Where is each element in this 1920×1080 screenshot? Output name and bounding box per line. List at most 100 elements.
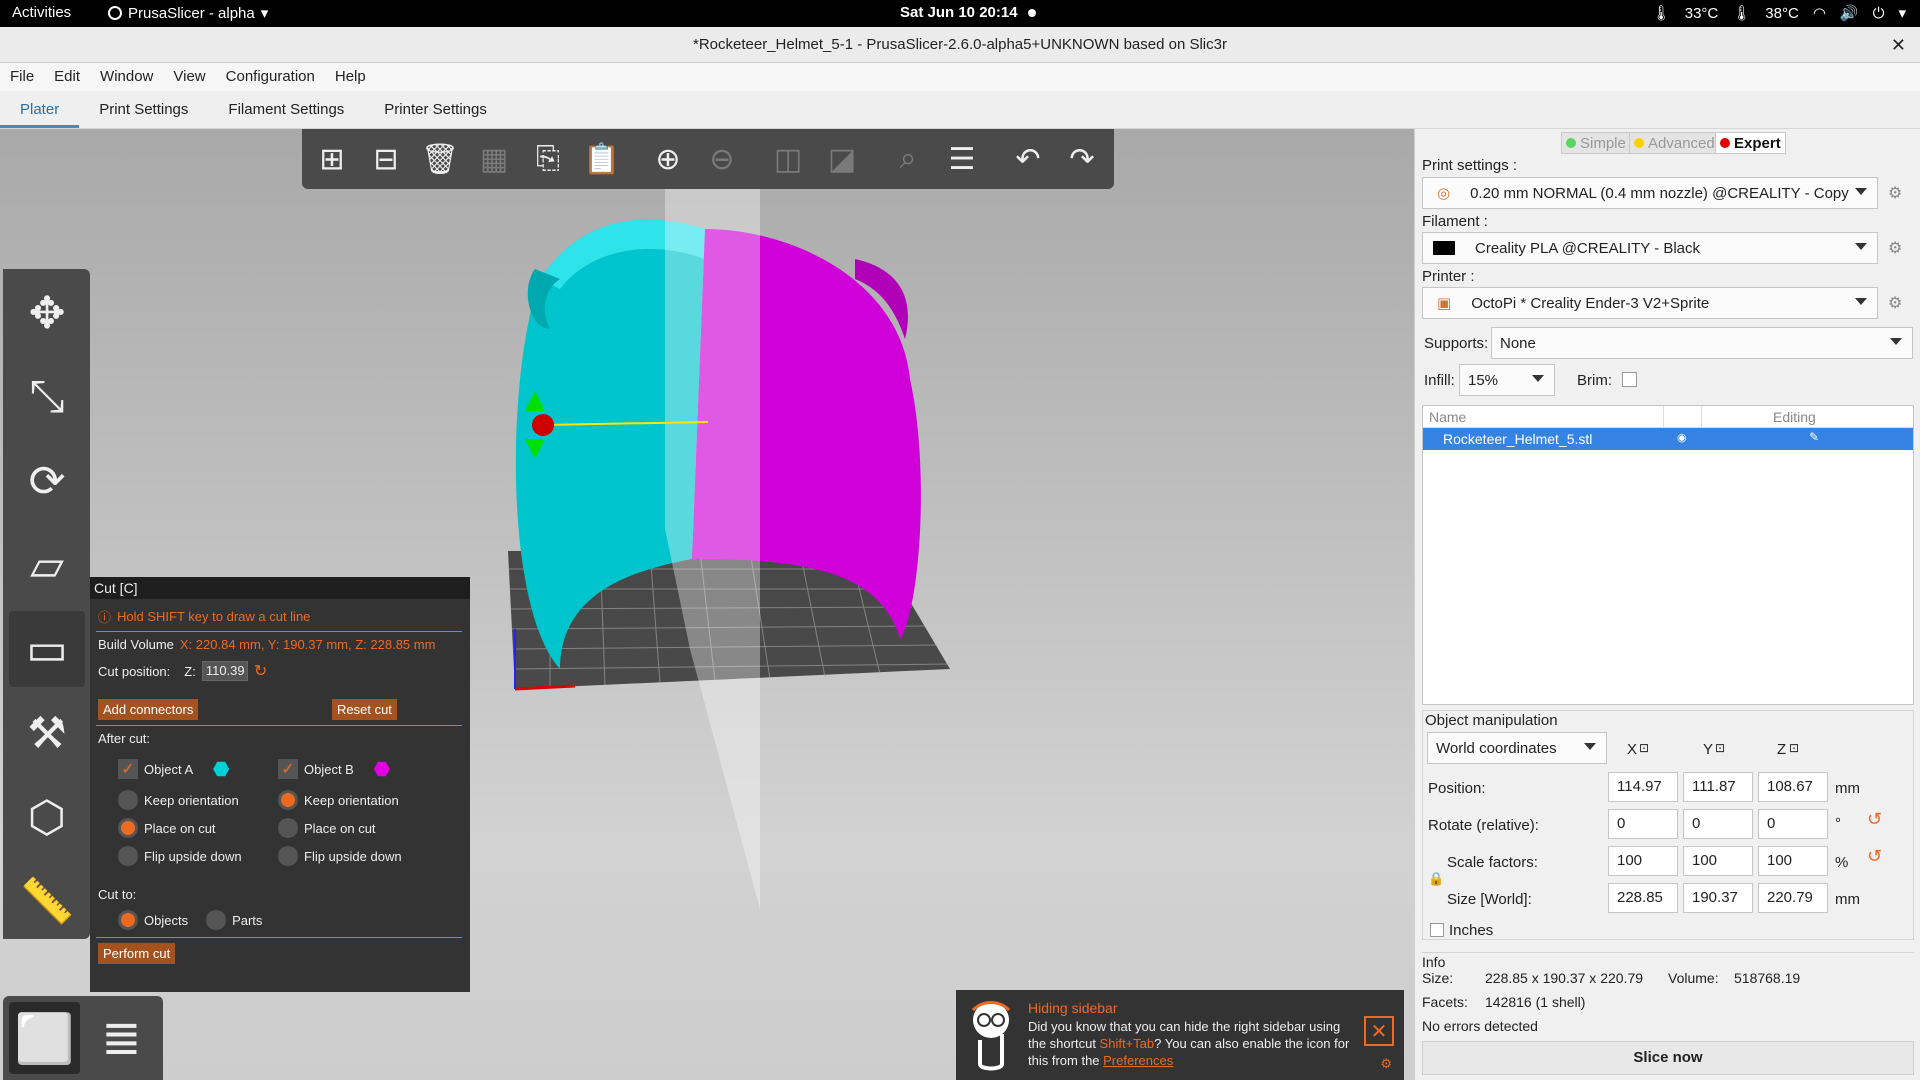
cut-z-input[interactable]: 110.39 [201,661,248,681]
3d-view-icon[interactable]: ⬜ [9,1002,80,1074]
preferences-link[interactable]: Preferences [1103,1053,1173,1068]
scale-z-input[interactable]: 100 [1758,846,1828,876]
seam-painting-icon[interactable]: ⬡ [9,779,85,855]
object-b-checkbox[interactable]: ✓ [278,759,298,779]
add-instance-icon[interactable]: ⊕ [644,135,692,183]
rotate-x-input[interactable]: 0 [1608,809,1678,839]
arrange-icon[interactable]: ▦ [470,135,518,183]
a-place-on-cut-radio[interactable] [118,818,138,838]
mode-advanced-label: Advanced [1648,134,1715,152]
cut-icon[interactable]: ▭ [9,611,85,687]
supports-combo[interactable]: None [1491,327,1913,359]
redo-icon[interactable]: ↷ [1058,135,1106,183]
b-place-on-cut-radio[interactable] [278,818,298,838]
activities-button[interactable]: Activities [12,4,71,21]
scale-icon[interactable]: ⤡ [9,359,85,435]
add-connectors-button[interactable]: Add connectors [98,699,199,720]
measure-icon[interactable]: 📏 [9,863,85,939]
reset-z-icon[interactable]: ↻ [254,661,267,681]
reset-cut-button[interactable]: Reset cut [332,699,397,720]
a-place-on-cut-label: Place on cut [144,820,216,836]
printer-combo[interactable]: ▣ OctoPi * Creality Ender-3 V2+Sprite [1422,287,1878,319]
split-objects-icon[interactable]: ◫ [764,135,812,183]
paint-supports-icon[interactable]: ⚒ [9,695,85,771]
edit-icon[interactable]: ✎ [1809,430,1819,444]
menu-file[interactable]: File [0,63,44,91]
rotate-y-input[interactable]: 0 [1683,809,1753,839]
gear-icon[interactable]: ⚙ [1888,183,1902,203]
reset-rotation-icon[interactable]: ↺ [1867,809,1882,830]
menu-help[interactable]: Help [325,63,376,91]
slice-now-button[interactable]: Slice now [1422,1041,1914,1075]
position-z-input[interactable]: 108.67 [1758,772,1828,802]
brim-checkbox[interactable] [1622,372,1637,387]
eye-icon[interactable]: ◉ [1677,431,1687,444]
search-icon[interactable]: ⌕ [884,135,932,183]
size-z-input[interactable]: 220.79 [1758,883,1828,913]
preview-layers-icon[interactable]: ≣ [86,1002,157,1074]
object-list[interactable]: Name Editing Rocketeer_Helmet_5.stl ◉ ✎ [1422,405,1914,705]
cut-plane[interactable] [665,189,760,909]
inches-checkbox[interactable] [1430,923,1444,937]
cut-to-objects-radio[interactable] [118,910,138,930]
close-window-icon[interactable]: ✕ [1891,27,1906,63]
3d-viewport[interactable]: ⊞ ⊟ 🗑 ▦ ⎘ 📋 ⊕ ⊖ ◫ ◪ ⌕ ☰ ↶ ↷ ✥ ⤡ ⟳ ▱ ▭ ⚒ … [0,129,1414,1080]
size-y-input[interactable]: 190.37 [1683,883,1753,913]
menu-view[interactable]: View [163,63,215,91]
drop-to-bed-icon[interactable]: ⊡ [1715,741,1725,755]
gear-icon[interactable]: ⚙ [1380,1056,1392,1072]
column-name-header[interactable]: Name [1429,409,1466,425]
rotate-icon[interactable]: ⟳ [9,443,85,519]
system-tray[interactable]: 🌡 33°C 🌡 38°C ◠ 🔊 ⏻ ▾ [1652,4,1906,23]
move-icon[interactable]: ✥ [9,275,85,351]
mode-expert-button[interactable]: Expert [1715,132,1786,154]
lock-icon[interactable]: 🔒 [1428,871,1444,887]
b-flip-upside-down-radio[interactable] [278,846,298,866]
column-editing-header[interactable]: Editing [1773,409,1816,425]
tab-plater[interactable]: Plater [0,91,80,128]
gear-icon[interactable]: ⚙ [1888,238,1902,258]
perform-cut-button[interactable]: Perform cut [98,943,176,964]
scale-x-input[interactable]: 100 [1608,846,1678,876]
drop-to-bed-icon[interactable]: ⊡ [1789,741,1799,755]
copy-icon[interactable]: ⎘ [524,135,572,183]
tab-filament-settings[interactable]: Filament Settings [208,91,364,128]
a-flip-upside-down-radio[interactable] [118,846,138,866]
list-item[interactable]: Rocketeer_Helmet_5.stl ◉ ✎ [1423,428,1913,450]
infill-combo[interactable]: 15% [1459,364,1555,396]
position-y-input[interactable]: 111.87 [1683,772,1753,802]
delete-all-icon[interactable]: 🗑 [416,135,464,183]
remove-instance-icon[interactable]: ⊖ [698,135,746,183]
drop-to-bed-icon[interactable]: ⊡ [1639,741,1649,755]
object-a-checkbox[interactable]: ✓ [118,759,138,779]
cut-to-parts-radio[interactable] [206,910,227,930]
tab-printer-settings[interactable]: Printer Settings [364,91,507,128]
mode-simple-button[interactable]: Simple [1561,132,1631,154]
place-on-face-icon[interactable]: ▱ [9,527,85,603]
split-parts-icon[interactable]: ◪ [818,135,866,183]
scale-y-input[interactable]: 100 [1683,846,1753,876]
menu-window[interactable]: Window [90,63,163,91]
layers-editing-icon[interactable]: ☰ [938,135,986,183]
undo-icon[interactable]: ↶ [1004,135,1052,183]
add-icon[interactable]: ⊞ [308,135,356,183]
reset-scale-icon[interactable]: ↺ [1867,846,1882,867]
size-x-input[interactable]: 228.85 [1608,883,1678,913]
print-settings-combo[interactable]: ◎ 0.20 mm NORMAL (0.4 mm nozzle) @CREALI… [1422,177,1878,209]
coordinates-combo[interactable]: World coordinates [1427,732,1607,764]
menu-edit[interactable]: Edit [44,63,90,91]
mode-advanced-button[interactable]: Advanced [1629,132,1720,154]
paste-icon[interactable]: 📋 [578,135,626,183]
app-menu[interactable]: PrusaSlicer - alpha ▾ [108,4,268,22]
delete-icon[interactable]: ⊟ [362,135,410,183]
close-icon[interactable]: ✕ [1364,1016,1394,1046]
rotate-z-input[interactable]: 0 [1758,809,1828,839]
gear-icon[interactable]: ⚙ [1888,293,1902,313]
menu-configuration[interactable]: Configuration [216,63,325,91]
filament-combo[interactable]: Creality PLA @CREALITY - Black [1422,232,1878,264]
a-keep-orientation-radio[interactable] [118,790,138,810]
tab-print-settings[interactable]: Print Settings [79,91,208,128]
position-x-input[interactable]: 114.97 [1608,772,1678,802]
clock[interactable]: Sat Jun 10 20:14 [900,4,1036,21]
b-keep-orientation-radio[interactable] [278,790,298,810]
